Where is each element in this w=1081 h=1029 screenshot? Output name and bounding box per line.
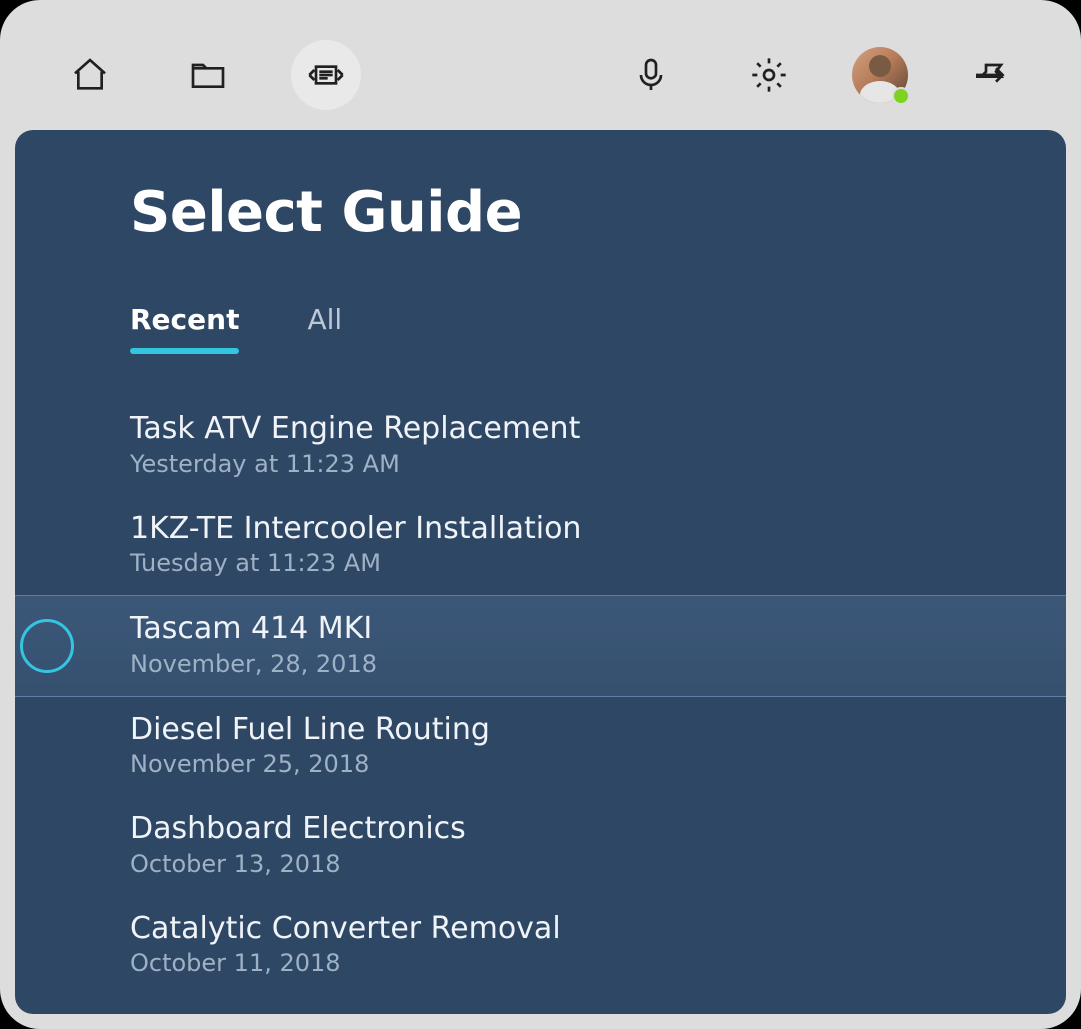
list-item[interactable]: Catalytic Converter Removal October 11, … — [15, 896, 1066, 996]
guide-title: 1KZ-TE Intercooler Installation — [130, 510, 1066, 548]
tab-recent[interactable]: Recent — [130, 303, 239, 350]
guide-button[interactable] — [291, 40, 361, 110]
app-window: Select Guide Recent All Task ATV Engine … — [0, 0, 1081, 1029]
guide-title: Tascam 414 MKI — [130, 610, 1066, 648]
guide-date: November 25, 2018 — [130, 750, 1066, 778]
tab-all[interactable]: All — [307, 303, 342, 350]
profile-button[interactable] — [852, 47, 908, 103]
guide-title: Diesel Fuel Line Routing — [130, 711, 1066, 749]
guide-list: Task ATV Engine Replacement Yesterday at… — [15, 396, 1066, 995]
home-button[interactable] — [55, 40, 125, 110]
guide-title: Task ATV Engine Replacement — [130, 410, 1066, 448]
pin-icon — [971, 55, 1011, 95]
guide-date: October 13, 2018 — [130, 850, 1066, 878]
main-panel: Select Guide Recent All Task ATV Engine … — [15, 130, 1066, 1014]
gear-icon — [749, 55, 789, 95]
guide-date: November, 28, 2018 — [130, 650, 1066, 678]
toolbar — [0, 0, 1081, 130]
folder-icon — [188, 55, 228, 95]
guide-date: Yesterday at 11:23 AM — [130, 450, 1066, 478]
guide-icon — [306, 55, 346, 95]
list-item[interactable]: Task ATV Engine Replacement Yesterday at… — [15, 396, 1066, 496]
presence-indicator — [892, 87, 910, 105]
selection-radio[interactable] — [20, 619, 74, 673]
settings-button[interactable] — [734, 40, 804, 110]
home-icon — [70, 55, 110, 95]
folder-button[interactable] — [173, 40, 243, 110]
guide-date: October 11, 2018 — [130, 949, 1066, 977]
list-item[interactable]: Tascam 414 MKI November, 28, 2018 — [15, 595, 1066, 697]
guide-title: Dashboard Electronics — [130, 810, 1066, 848]
page-title: Select Guide — [130, 180, 951, 245]
tabs: Recent All — [130, 303, 951, 350]
mic-button[interactable] — [616, 40, 686, 110]
guide-date: Tuesday at 11:23 AM — [130, 549, 1066, 577]
mic-icon — [631, 55, 671, 95]
pin-button[interactable] — [956, 40, 1026, 110]
list-item[interactable]: Dashboard Electronics October 13, 2018 — [15, 796, 1066, 896]
list-item[interactable]: Diesel Fuel Line Routing November 25, 20… — [15, 697, 1066, 797]
list-item[interactable]: 1KZ-TE Intercooler Installation Tuesday … — [15, 496, 1066, 596]
guide-title: Catalytic Converter Removal — [130, 910, 1066, 948]
